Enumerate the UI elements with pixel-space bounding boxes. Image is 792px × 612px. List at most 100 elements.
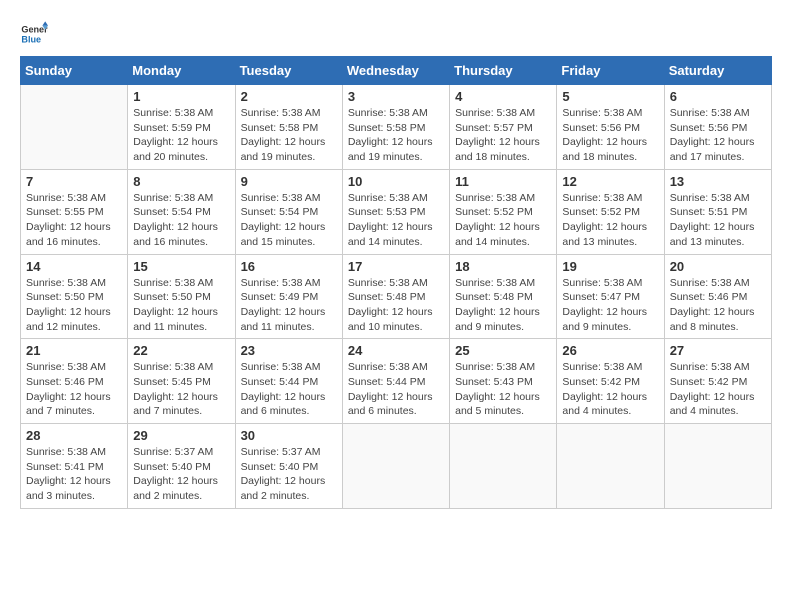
day-info: Sunrise: 5:38 AM Sunset: 5:54 PM Dayligh…	[241, 191, 337, 250]
table-row: 20 Sunrise: 5:38 AM Sunset: 5:46 PM Dayli…	[664, 254, 771, 339]
day-number: 17	[348, 259, 444, 274]
day-number: 12	[562, 174, 658, 189]
table-row	[450, 424, 557, 509]
table-row: 10Sunrise: 5:38 AM Sunset: 5:53 PM Dayli…	[342, 169, 449, 254]
calendar-week-row: 28 Sunrise: 5:38 AM Sunset: 5:41 PM Dayli…	[21, 424, 772, 509]
table-row: 29 Sunrise: 5:37 AM Sunset: 5:40 PM Dayli…	[128, 424, 235, 509]
col-friday: Friday	[557, 57, 664, 85]
day-number: 27	[670, 343, 766, 358]
calendar-week-row: 1 Sunrise: 5:38 AM Sunset: 5:59 PM Daylig…	[21, 85, 772, 170]
day-info: Sunrise: 5:38 AM Sunset: 5:47 PM Dayligh…	[562, 276, 658, 335]
day-info: Sunrise: 5:38 AM Sunset: 5:52 PM Dayligh…	[455, 191, 551, 250]
day-info: Sunrise: 5:38 AM Sunset: 5:42 PM Dayligh…	[670, 360, 766, 419]
day-number: 2	[241, 89, 337, 104]
table-row: 6 Sunrise: 5:38 AM Sunset: 5:56 PM Daylig…	[664, 85, 771, 170]
day-number: 7	[26, 174, 122, 189]
day-number: 22	[133, 343, 229, 358]
table-row: 15 Sunrise: 5:38 AM Sunset: 5:50 PM Dayli…	[128, 254, 235, 339]
day-number: 3	[348, 89, 444, 104]
calendar-header-row: Sunday Monday Tuesday Wednesday Thursday…	[21, 57, 772, 85]
day-number: 26	[562, 343, 658, 358]
day-number: 29	[133, 428, 229, 443]
day-info: Sunrise: 5:38 AM Sunset: 5:42 PM Dayligh…	[562, 360, 658, 419]
page-header: General Blue	[20, 20, 772, 48]
day-number: 4	[455, 89, 551, 104]
table-row: 24Sunrise: 5:38 AM Sunset: 5:44 PM Dayli…	[342, 339, 449, 424]
day-number: 30	[241, 428, 337, 443]
svg-text:Blue: Blue	[21, 34, 41, 44]
day-number: 15	[133, 259, 229, 274]
day-info: Sunrise: 5:38 AM Sunset: 5:59 PM Dayligh…	[133, 106, 229, 165]
table-row: 7 Sunrise: 5:38 AM Sunset: 5:55 PM Daylig…	[21, 169, 128, 254]
day-info: Sunrise: 5:38 AM Sunset: 5:43 PM Dayligh…	[455, 360, 551, 419]
day-number: 18	[455, 259, 551, 274]
day-info: Sunrise: 5:38 AM Sunset: 5:44 PM Dayligh…	[348, 360, 444, 419]
day-info: Sunrise: 5:37 AM Sunset: 5:40 PM Dayligh…	[133, 445, 229, 504]
table-row: 3 Sunrise: 5:38 AM Sunset: 5:58 PM Daylig…	[342, 85, 449, 170]
day-number: 11	[455, 174, 551, 189]
table-row: 22 Sunrise: 5:38 AM Sunset: 5:45 PM Dayli…	[128, 339, 235, 424]
logo-icon: General Blue	[20, 20, 48, 48]
col-thursday: Thursday	[450, 57, 557, 85]
table-row: 19 Sunrise: 5:38 AM Sunset: 5:47 PM Dayli…	[557, 254, 664, 339]
day-info: Sunrise: 5:38 AM Sunset: 5:48 PM Dayligh…	[348, 276, 444, 335]
day-number: 25	[455, 343, 551, 358]
day-info: Sunrise: 5:38 AM Sunset: 5:48 PM Dayligh…	[455, 276, 551, 335]
day-info: Sunrise: 5:38 AM Sunset: 5:58 PM Dayligh…	[241, 106, 337, 165]
day-info: Sunrise: 5:38 AM Sunset: 5:53 PM Dayligh…	[348, 191, 444, 250]
day-info: Sunrise: 5:38 AM Sunset: 5:57 PM Dayligh…	[455, 106, 551, 165]
logo: General Blue	[20, 20, 48, 48]
day-number: 19	[562, 259, 658, 274]
table-row: 12 Sunrise: 5:38 AM Sunset: 5:52 PM Dayli…	[557, 169, 664, 254]
day-number: 14	[26, 259, 122, 274]
day-number: 1	[133, 89, 229, 104]
table-row: 21 Sunrise: 5:38 AM Sunset: 5:46 PM Dayli…	[21, 339, 128, 424]
day-number: 6	[670, 89, 766, 104]
table-row: 9Sunrise: 5:38 AM Sunset: 5:54 PM Daylig…	[235, 169, 342, 254]
table-row: 8Sunrise: 5:38 AM Sunset: 5:54 PM Daylig…	[128, 169, 235, 254]
table-row: 1 Sunrise: 5:38 AM Sunset: 5:59 PM Daylig…	[128, 85, 235, 170]
table-row: 30 Sunrise: 5:37 AM Sunset: 5:40 PM Dayli…	[235, 424, 342, 509]
table-row: 4 Sunrise: 5:38 AM Sunset: 5:57 PM Daylig…	[450, 85, 557, 170]
day-info: Sunrise: 5:38 AM Sunset: 5:55 PM Dayligh…	[26, 191, 122, 250]
col-monday: Monday	[128, 57, 235, 85]
calendar-week-row: 21 Sunrise: 5:38 AM Sunset: 5:46 PM Dayli…	[21, 339, 772, 424]
day-info: Sunrise: 5:38 AM Sunset: 5:52 PM Dayligh…	[562, 191, 658, 250]
day-info: Sunrise: 5:38 AM Sunset: 5:50 PM Dayligh…	[133, 276, 229, 335]
col-wednesday: Wednesday	[342, 57, 449, 85]
table-row: 5 Sunrise: 5:38 AM Sunset: 5:56 PM Daylig…	[557, 85, 664, 170]
table-row: 17 Sunrise: 5:38 AM Sunset: 5:48 PM Dayli…	[342, 254, 449, 339]
day-info: Sunrise: 5:38 AM Sunset: 5:50 PM Dayligh…	[26, 276, 122, 335]
day-number: 20	[670, 259, 766, 274]
table-row: 2 Sunrise: 5:38 AM Sunset: 5:58 PM Daylig…	[235, 85, 342, 170]
day-number: 21	[26, 343, 122, 358]
day-info: Sunrise: 5:38 AM Sunset: 5:49 PM Dayligh…	[241, 276, 337, 335]
day-info: Sunrise: 5:38 AM Sunset: 5:46 PM Dayligh…	[26, 360, 122, 419]
day-info: Sunrise: 5:38 AM Sunset: 5:41 PM Dayligh…	[26, 445, 122, 504]
calendar-week-row: 7 Sunrise: 5:38 AM Sunset: 5:55 PM Daylig…	[21, 169, 772, 254]
day-info: Sunrise: 5:37 AM Sunset: 5:40 PM Dayligh…	[241, 445, 337, 504]
day-number: 8	[133, 174, 229, 189]
table-row: 13Sunrise: 5:38 AM Sunset: 5:51 PM Dayli…	[664, 169, 771, 254]
day-info: Sunrise: 5:38 AM Sunset: 5:56 PM Dayligh…	[562, 106, 658, 165]
table-row	[342, 424, 449, 509]
col-sunday: Sunday	[21, 57, 128, 85]
day-info: Sunrise: 5:38 AM Sunset: 5:56 PM Dayligh…	[670, 106, 766, 165]
table-row: 23Sunrise: 5:38 AM Sunset: 5:44 PM Dayli…	[235, 339, 342, 424]
table-row	[557, 424, 664, 509]
calendar-week-row: 14 Sunrise: 5:38 AM Sunset: 5:50 PM Dayli…	[21, 254, 772, 339]
day-info: Sunrise: 5:38 AM Sunset: 5:45 PM Dayligh…	[133, 360, 229, 419]
day-number: 28	[26, 428, 122, 443]
day-info: Sunrise: 5:38 AM Sunset: 5:58 PM Dayligh…	[348, 106, 444, 165]
day-info: Sunrise: 5:38 AM Sunset: 5:46 PM Dayligh…	[670, 276, 766, 335]
table-row	[664, 424, 771, 509]
day-number: 13	[670, 174, 766, 189]
table-row: 25 Sunrise: 5:38 AM Sunset: 5:43 PM Dayli…	[450, 339, 557, 424]
day-number: 16	[241, 259, 337, 274]
day-number: 5	[562, 89, 658, 104]
table-row: 28 Sunrise: 5:38 AM Sunset: 5:41 PM Dayli…	[21, 424, 128, 509]
table-row: 14 Sunrise: 5:38 AM Sunset: 5:50 PM Dayli…	[21, 254, 128, 339]
col-saturday: Saturday	[664, 57, 771, 85]
table-row	[21, 85, 128, 170]
table-row: 16 Sunrise: 5:38 AM Sunset: 5:49 PM Dayli…	[235, 254, 342, 339]
